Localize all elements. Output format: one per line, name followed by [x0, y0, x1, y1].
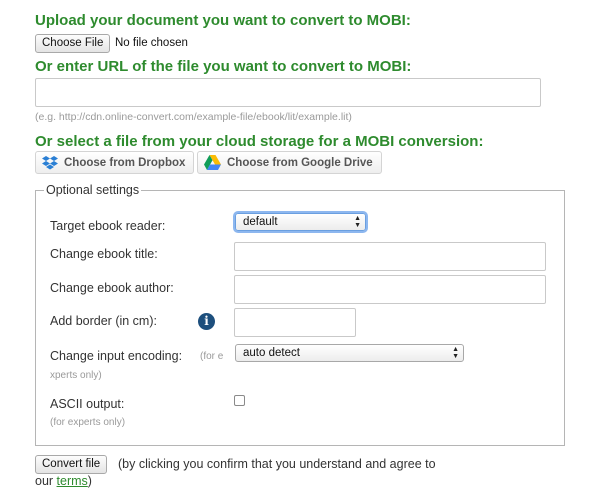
google-drive-button-label: Choose from Google Drive [227, 156, 373, 169]
info-icon[interactable]: i [198, 313, 215, 330]
ebook-title-label: Change ebook title: [50, 247, 158, 261]
consent-text-line2: our terms) [35, 474, 92, 488]
ascii-output-note: (for experts only) [50, 417, 126, 428]
border-label: Add border (in cm): [50, 314, 157, 328]
file-status-text: No file chosen [115, 37, 188, 49]
ebook-title-input[interactable] [234, 242, 546, 271]
optional-settings-legend: Optional settings [46, 183, 140, 197]
ascii-output-checkbox[interactable] [234, 395, 245, 406]
encoding-note-part1: (for e [200, 351, 224, 362]
dropbox-button[interactable]: Choose from Dropbox [35, 151, 195, 174]
cloud-heading: Or select a file from your cloud storage… [35, 133, 484, 150]
url-heading: Or enter URL of the file you want to con… [35, 58, 412, 75]
target-reader-value: default [243, 216, 278, 228]
ascii-output-label: ASCII output: [50, 397, 125, 411]
dropbox-icon [42, 155, 58, 169]
url-example-hint: (e.g. http://cdn.online-convert.com/exam… [35, 111, 352, 123]
consent-text-line1: (by clicking you confirm that you unders… [118, 457, 436, 471]
select-arrows-icon: ▲ ▼ [452, 346, 459, 360]
input-encoding-label: Change input encoding: [50, 349, 183, 363]
target-reader-select[interactable]: default ▲ ▼ [235, 213, 366, 231]
border-input[interactable] [234, 308, 356, 337]
ebook-author-input[interactable] [234, 275, 546, 304]
upload-heading: Upload your document you want to convert… [35, 12, 411, 29]
consent-text-suffix: ) [87, 474, 92, 488]
google-drive-button[interactable]: Choose from Google Drive [197, 151, 382, 174]
url-input[interactable] [35, 78, 541, 107]
ebook-author-label: Change ebook author: [50, 281, 174, 295]
select-arrows-icon: ▲ ▼ [354, 215, 361, 229]
dropbox-button-label: Choose from Dropbox [64, 156, 186, 169]
convert-file-button[interactable]: Convert file [35, 455, 108, 474]
target-reader-label: Target ebook reader: [50, 219, 166, 233]
consent-text-prefix: our [35, 474, 57, 488]
terms-link[interactable]: terms [57, 474, 88, 488]
google-drive-icon [204, 155, 221, 170]
input-encoding-select[interactable]: auto detect ▲ ▼ [235, 344, 464, 362]
input-encoding-value: auto detect [243, 347, 300, 359]
encoding-note-part2: xperts only) [50, 370, 102, 381]
choose-file-button[interactable]: Choose File [35, 34, 111, 53]
